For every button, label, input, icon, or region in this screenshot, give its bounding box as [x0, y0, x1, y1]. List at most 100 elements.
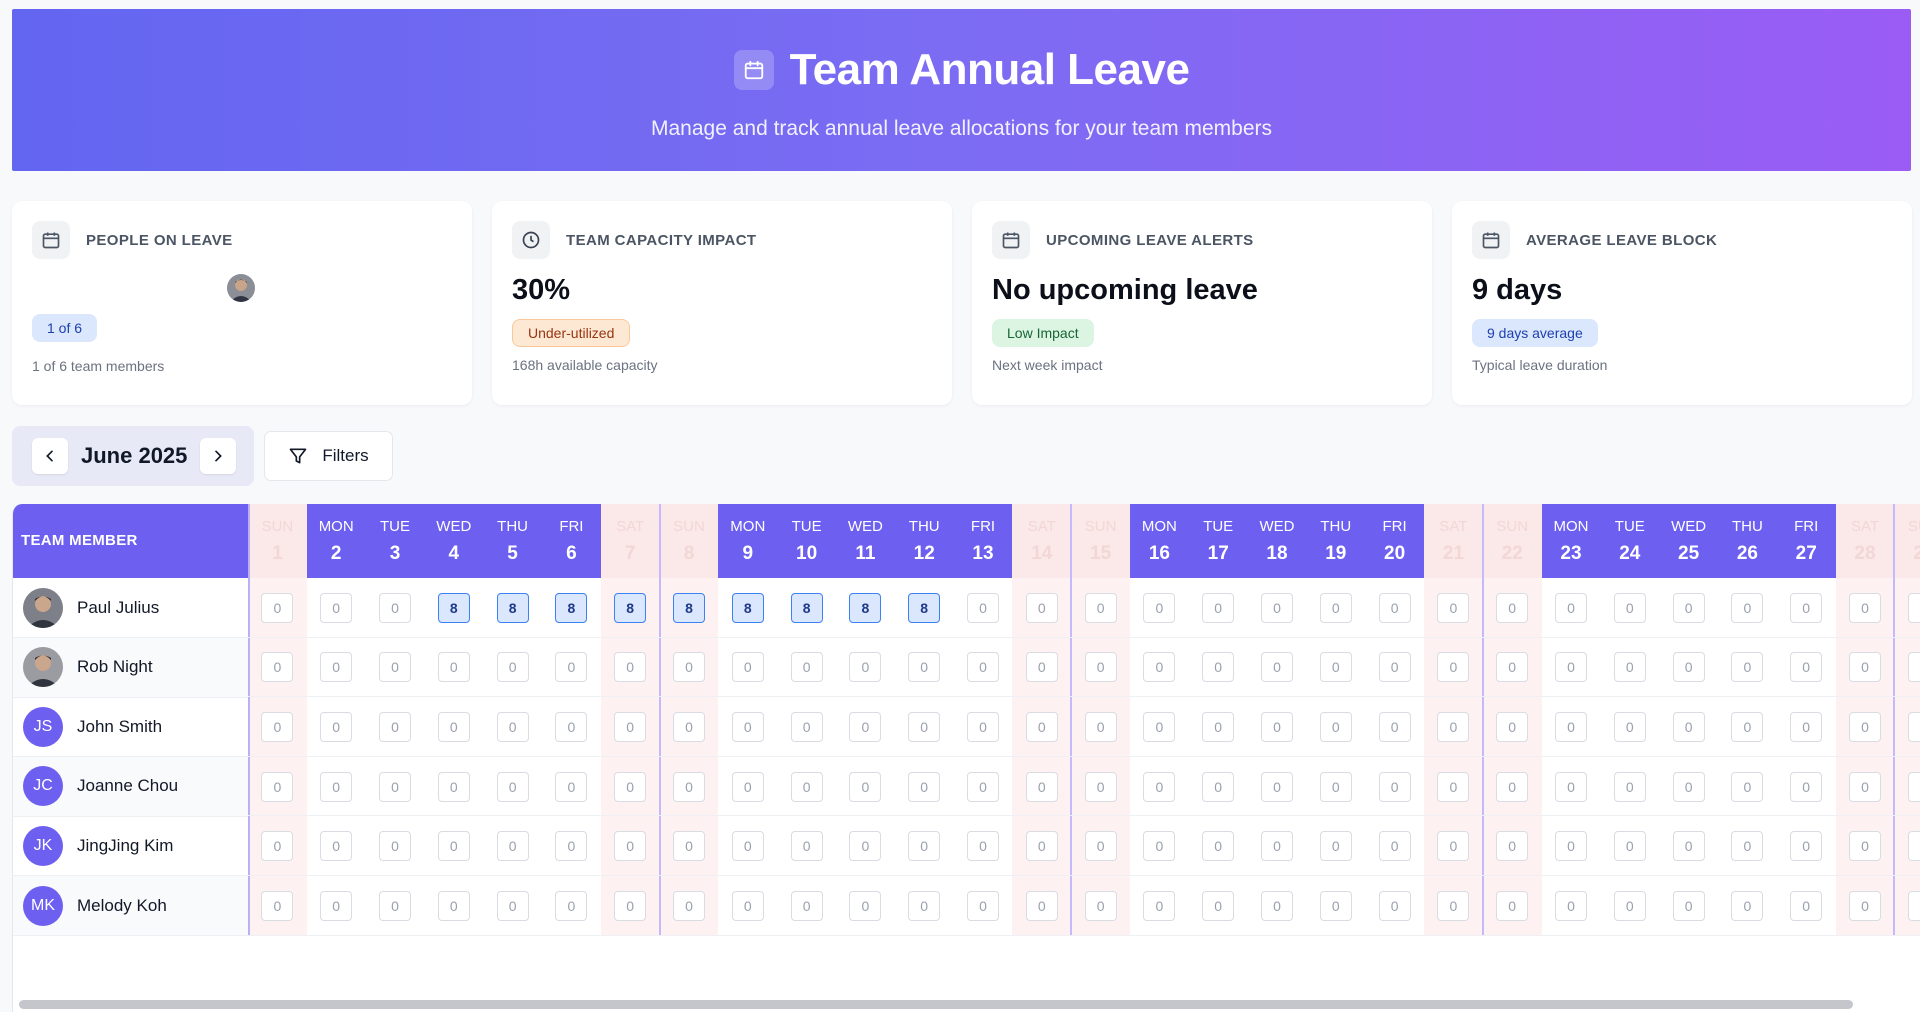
- leave-hours-input[interactable]: 0: [320, 890, 353, 921]
- leave-hours-input[interactable]: 0: [967, 831, 999, 862]
- leave-hours-input[interactable]: 8: [437, 592, 470, 623]
- leave-hours-input[interactable]: 0: [790, 712, 823, 742]
- leave-hours-input[interactable]: 0: [555, 652, 588, 683]
- leave-hours-input[interactable]: 0: [1378, 831, 1411, 862]
- leave-hours-input[interactable]: 0: [849, 890, 882, 921]
- leave-hours-input[interactable]: 0: [1790, 890, 1823, 921]
- leave-hours-input[interactable]: 0: [790, 771, 823, 802]
- leave-hours-input[interactable]: 0: [1084, 890, 1117, 921]
- leave-hours-input[interactable]: 0: [437, 652, 470, 683]
- leave-hours-input[interactable]: 8: [555, 592, 588, 623]
- leave-hours-input[interactable]: 0: [1437, 592, 1470, 623]
- leave-hours-input[interactable]: 0: [496, 712, 529, 742]
- leave-hours-input[interactable]: 0: [1672, 890, 1705, 921]
- leave-hours-input[interactable]: 0: [320, 771, 353, 802]
- leave-hours-input[interactable]: 0: [967, 652, 999, 683]
- leave-hours-input[interactable]: 0: [967, 712, 999, 742]
- leave-hours-input[interactable]: 0: [1672, 831, 1705, 862]
- leave-hours-input[interactable]: 0: [379, 592, 411, 623]
- leave-hours-input[interactable]: 0: [614, 890, 647, 921]
- leave-hours-input[interactable]: 0: [1143, 771, 1176, 802]
- leave-hours-input[interactable]: 0: [849, 712, 882, 742]
- leave-hours-input[interactable]: 0: [1437, 890, 1470, 921]
- leave-hours-input[interactable]: 0: [1202, 652, 1235, 683]
- leave-hours-input[interactable]: 0: [1555, 771, 1587, 802]
- leave-hours-input[interactable]: 0: [614, 771, 647, 802]
- leave-hours-input[interactable]: 0: [1496, 652, 1529, 683]
- leave-hours-input[interactable]: 0: [967, 890, 999, 921]
- leave-hours-input[interactable]: 0: [849, 831, 882, 862]
- leave-hours-input[interactable]: 0: [908, 771, 941, 802]
- leave-hours-input[interactable]: 0: [320, 712, 353, 742]
- leave-hours-input[interactable]: 0: [261, 771, 294, 802]
- leave-hours-input[interactable]: 0: [261, 712, 294, 742]
- leave-hours-input[interactable]: 0: [1084, 831, 1117, 862]
- leave-hours-input[interactable]: 0: [790, 831, 823, 862]
- leave-hours-input[interactable]: 0: [555, 831, 588, 862]
- leave-hours-input[interactable]: 0: [1437, 831, 1470, 862]
- leave-hours-input[interactable]: 0: [1496, 890, 1529, 921]
- leave-hours-input[interactable]: 0: [790, 652, 823, 683]
- leave-hours-input[interactable]: 0: [555, 771, 588, 802]
- leave-hours-input[interactable]: 0: [908, 652, 941, 683]
- leave-hours-input[interactable]: 0: [1907, 652, 1920, 683]
- leave-hours-input[interactable]: 0: [1849, 592, 1881, 623]
- leave-hours-input[interactable]: 0: [1731, 890, 1764, 921]
- leave-hours-input[interactable]: 0: [1319, 592, 1352, 623]
- leave-hours-input[interactable]: 0: [379, 712, 411, 742]
- leave-hours-input[interactable]: 0: [614, 831, 647, 862]
- leave-hours-input[interactable]: 0: [908, 712, 941, 742]
- leave-hours-input[interactable]: 0: [1613, 771, 1646, 802]
- leave-hours-input[interactable]: 0: [1731, 771, 1764, 802]
- leave-hours-input[interactable]: 0: [1907, 712, 1920, 742]
- leave-hours-input[interactable]: 0: [1672, 652, 1705, 683]
- leave-hours-input[interactable]: 0: [1084, 652, 1117, 683]
- leave-hours-input[interactable]: 0: [967, 592, 999, 623]
- leave-hours-input[interactable]: 0: [1907, 890, 1920, 921]
- leave-hours-input[interactable]: 0: [731, 771, 764, 802]
- leave-hours-input[interactable]: 0: [1202, 771, 1235, 802]
- leave-hours-input[interactable]: 0: [1613, 712, 1646, 742]
- scrollbar-thumb[interactable]: [19, 1000, 1853, 1009]
- leave-hours-input[interactable]: 0: [379, 652, 411, 683]
- leave-hours-input[interactable]: 0: [1437, 712, 1470, 742]
- leave-hours-input[interactable]: 0: [673, 771, 705, 802]
- leave-hours-input[interactable]: 0: [1849, 771, 1881, 802]
- leave-hours-input[interactable]: 0: [1261, 890, 1293, 921]
- leave-hours-input[interactable]: 0: [1143, 712, 1176, 742]
- leave-hours-input[interactable]: 0: [1496, 771, 1529, 802]
- leave-hours-input[interactable]: 0: [849, 771, 882, 802]
- leave-hours-input[interactable]: 8: [908, 592, 941, 623]
- leave-hours-input[interactable]: 0: [1790, 831, 1823, 862]
- leave-hours-input[interactable]: 0: [437, 712, 470, 742]
- leave-hours-input[interactable]: 0: [1025, 652, 1058, 683]
- horizontal-scrollbar[interactable]: [13, 998, 1920, 1012]
- leave-hours-input[interactable]: 0: [1084, 771, 1117, 802]
- leave-hours-input[interactable]: 0: [1319, 831, 1352, 862]
- leave-hours-input[interactable]: 0: [1613, 592, 1646, 623]
- leave-hours-input[interactable]: 0: [437, 831, 470, 862]
- leave-hours-input[interactable]: 0: [673, 712, 705, 742]
- leave-hours-input[interactable]: 0: [1378, 592, 1411, 623]
- leave-hours-input[interactable]: 0: [731, 652, 764, 683]
- leave-hours-input[interactable]: 0: [1202, 712, 1235, 742]
- leave-hours-input[interactable]: 0: [1613, 831, 1646, 862]
- leave-hours-input[interactable]: 0: [1790, 771, 1823, 802]
- leave-hours-input[interactable]: 0: [1496, 831, 1529, 862]
- leave-hours-input[interactable]: 0: [1790, 712, 1823, 742]
- leave-hours-input[interactable]: 0: [1319, 652, 1352, 683]
- leave-hours-input[interactable]: 0: [1143, 890, 1176, 921]
- leave-hours-input[interactable]: 0: [1672, 712, 1705, 742]
- leave-hours-input[interactable]: 0: [1025, 831, 1058, 862]
- leave-hours-input[interactable]: 0: [1437, 771, 1470, 802]
- leave-hours-input[interactable]: 0: [673, 831, 705, 862]
- leave-hours-input[interactable]: 0: [496, 890, 529, 921]
- leave-hours-input[interactable]: 0: [320, 592, 353, 623]
- leave-hours-input[interactable]: 0: [1496, 592, 1529, 623]
- leave-hours-input[interactable]: 0: [320, 652, 353, 683]
- leave-hours-input[interactable]: 8: [790, 592, 823, 623]
- next-month-button[interactable]: [200, 438, 237, 474]
- leave-hours-input[interactable]: 0: [1907, 592, 1920, 623]
- leave-hours-input[interactable]: 8: [496, 592, 529, 623]
- leave-hours-input[interactable]: 0: [1790, 652, 1823, 683]
